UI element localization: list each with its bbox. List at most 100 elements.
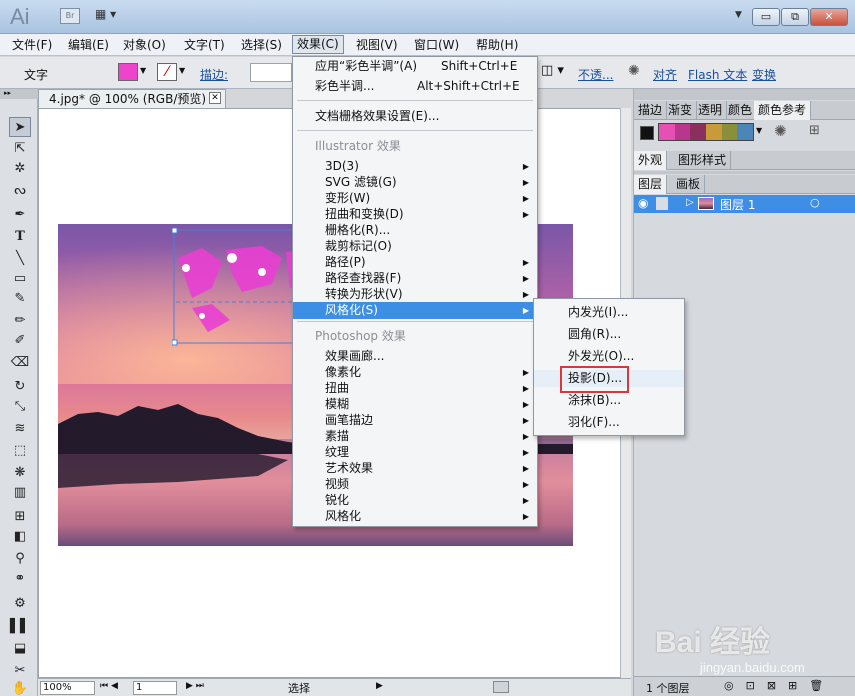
warp-tool-icon[interactable]: ≋ <box>9 419 31 439</box>
tab-appearance[interactable]: 外观 <box>634 151 668 170</box>
last-effect-item[interactable]: 彩色半调... Alt+Shift+Ctrl+E <box>293 78 537 95</box>
harmony-swatches[interactable] <box>658 123 754 141</box>
blend-tool-icon[interactable]: ⚭ <box>9 569 31 589</box>
photoshop-effect-item[interactable]: 纹理 ▶ <box>293 444 537 461</box>
tab-graphic-styles[interactable]: 图形样式 <box>674 151 732 170</box>
illustrator-effect-item[interactable]: 路径查找器(F) ▶ <box>293 270 537 287</box>
photoshop-effect-item[interactable]: 视频 ▶ <box>293 476 537 493</box>
edit-colors-icon[interactable]: ✺ <box>774 122 787 140</box>
align-link[interactable]: 对齐 <box>653 66 677 83</box>
stylize-item[interactable]: 外发光(O)... <box>534 348 684 365</box>
artboard-tool-icon[interactable]: ⬓ <box>9 639 31 659</box>
menu-effect[interactable]: 效果(C) <box>292 35 344 54</box>
harmony-dropdown-icon[interactable]: ▼ <box>756 126 762 135</box>
stylize-item[interactable]: 内发光(I)... <box>534 304 684 321</box>
slice-tool-icon[interactable]: ✂ <box>9 661 31 681</box>
workspace-dropdown-icon[interactable]: ▼ <box>735 10 742 20</box>
type-tool-icon[interactable]: T <box>9 227 31 247</box>
stroke-width-field[interactable] <box>250 63 292 82</box>
opacity-label[interactable]: 不透... <box>578 66 613 83</box>
mesh-tool-icon[interactable]: ⊞ <box>9 507 31 527</box>
menu-view[interactable]: 视图(V) <box>352 37 402 54</box>
magic-wand-icon[interactable]: ✲ <box>9 159 31 179</box>
menu-object[interactable]: 对象(O) <box>119 37 170 54</box>
scale-tool-icon[interactable]: ⤡ <box>9 397 31 417</box>
expand-layer-icon[interactable]: ▷ <box>686 197 694 208</box>
visibility-eye-icon[interactable]: ◉ <box>638 196 648 210</box>
tools-collapse-icon[interactable]: ▸▸ <box>0 89 38 99</box>
direct-selection-tool-icon[interactable]: ⇱ <box>9 139 31 159</box>
stroke-dropdown-icon[interactable]: ▼ <box>179 66 185 75</box>
save-group-icon[interactable]: ⊞ <box>809 123 820 138</box>
illustrator-effect-item[interactable]: 变形(W) ▶ <box>293 190 537 207</box>
illustrator-effect-item[interactable]: SVG 滤镜(G) ▶ <box>293 174 537 191</box>
document-tab[interactable]: 4.jpg* @ 100% (RGB/预览) ✕ <box>38 89 226 108</box>
stroke-label[interactable]: 描边: <box>200 66 228 83</box>
minimize-button[interactable]: ▭ <box>752 8 780 26</box>
flash-text-link[interactable]: Flash 文本 <box>688 66 747 83</box>
layer-row[interactable]: ◉ ▷ 图层 1 ○ <box>634 195 855 213</box>
close-button[interactable]: ✕ <box>810 8 848 26</box>
illustrator-effect-item[interactable]: 3D(3) ▶ <box>293 158 537 175</box>
eraser-icon[interactable]: ⌫ <box>9 353 31 373</box>
recolor-icon[interactable]: ✺ <box>628 63 640 79</box>
photoshop-effect-item[interactable]: 像素化 ▶ <box>293 364 537 381</box>
text-object-selection[interactable] <box>172 228 312 346</box>
hand-tool-icon[interactable]: ✋ <box>9 679 31 696</box>
menu-type[interactable]: 文字(T) <box>180 37 229 54</box>
first-page-icon[interactable]: ⏮ ◀ <box>100 681 118 691</box>
stylize-item[interactable]: 圆角(R)... <box>534 326 684 343</box>
pencil-icon[interactable]: ✏ <box>9 311 31 331</box>
menu-select[interactable]: 选择(S) <box>237 37 286 54</box>
raster-effects-settings-item[interactable]: 文档栅格效果设置(E)... <box>293 108 537 125</box>
blob-brush-icon[interactable]: ✐ <box>9 331 31 351</box>
lock-toggle[interactable] <box>656 197 668 210</box>
photoshop-effect-item[interactable]: 扭曲 ▶ <box>293 380 537 397</box>
tab-layers[interactable]: 图层 <box>634 175 668 194</box>
target-icon[interactable]: ○ <box>810 196 820 209</box>
apply-last-effect-item[interactable]: 应用“彩色半调”(A) Shift+Ctrl+E <box>293 58 537 75</box>
next-page-icon[interactable]: ▶ ⏭ <box>186 681 204 691</box>
photoshop-effect-item[interactable]: 素描 ▶ <box>293 428 537 445</box>
status-menu-icon[interactable]: ▶ <box>376 681 383 691</box>
page-field[interactable]: 1 <box>133 681 177 695</box>
rectangle-tool-icon[interactable]: ▭ <box>9 269 31 289</box>
rotate-tool-icon[interactable]: ↻ <box>9 377 31 397</box>
graph-tool-icon[interactable]: ▥ <box>9 483 31 503</box>
photoshop-effect-item[interactable]: 艺术效果 ▶ <box>293 460 537 477</box>
tab-gradient[interactable]: 渐变 <box>664 101 698 120</box>
arrange-documents-button[interactable]: ▦ ▾ <box>95 7 125 25</box>
layer-action-icons[interactable]: ◎⊡⊠⊞🗑 <box>724 679 835 692</box>
menu-window[interactable]: 窗口(W) <box>410 37 463 54</box>
bridge-button[interactable]: Br <box>60 8 80 24</box>
menu-help[interactable]: 帮助(H) <box>472 37 522 54</box>
tab-color-guide[interactable]: 颜色参考 <box>754 101 812 120</box>
symbol-sprayer-icon[interactable]: ❋ <box>9 463 31 483</box>
paintbrush-icon[interactable]: ✎ <box>9 289 31 309</box>
tab-artboards[interactable]: 画板 <box>672 175 706 194</box>
free-transform-icon[interactable]: ⬚ <box>9 441 31 461</box>
symbol-tool-icon[interactable]: ⚙ <box>9 594 31 614</box>
line-tool-icon[interactable]: ╲ <box>9 249 31 269</box>
stroke-none-icon[interactable]: ⁄ <box>157 63 177 81</box>
base-color-swatch[interactable] <box>640 126 654 140</box>
menu-edit[interactable]: 编辑(E) <box>64 37 113 54</box>
tab-stroke[interactable]: 描边 <box>634 101 668 120</box>
illustrator-effect-item[interactable]: 风格化(S) ▶ <box>293 302 537 319</box>
illustrator-effect-item[interactable]: 路径(P) ▶ <box>293 254 537 271</box>
photoshop-effect-item[interactable]: 模糊 ▶ <box>293 396 537 413</box>
illustrator-effect-item[interactable]: 裁剪标记(O) <box>293 238 537 255</box>
graphic-style-icon[interactable]: ◫ ▾ <box>541 63 564 78</box>
eyedropper-icon[interactable]: ⚲ <box>9 549 31 569</box>
zoom-field[interactable]: 100% <box>40 681 95 695</box>
stylize-item[interactable]: 羽化(F)... <box>534 414 684 431</box>
selection-tool-icon[interactable]: ➤ <box>9 117 31 137</box>
restore-button[interactable]: ⧉ <box>781 8 809 26</box>
photoshop-effect-item[interactable]: 效果画廊... <box>293 348 537 365</box>
tab-color[interactable]: 颜色 <box>724 101 758 120</box>
menu-file[interactable]: 文件(F) <box>8 37 56 54</box>
lasso-icon[interactable]: ᔓ <box>9 181 31 201</box>
column-graph-icon[interactable]: ▌▌ <box>9 617 31 637</box>
illustrator-effect-item[interactable]: 栅格化(R)... <box>293 222 537 239</box>
horizontal-scroll-thumb[interactable] <box>493 681 509 693</box>
